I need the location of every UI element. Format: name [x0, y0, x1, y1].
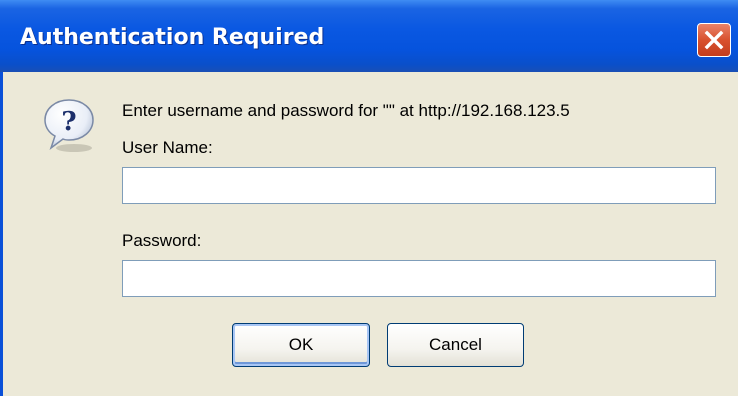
- username-field[interactable]: [122, 167, 716, 204]
- svg-text:?: ?: [61, 107, 76, 137]
- close-button[interactable]: [697, 23, 731, 57]
- question-icon: ?: [40, 96, 98, 159]
- auth-dialog: Authentication Required ? Enter username…: [0, 0, 738, 396]
- cancel-button[interactable]: Cancel: [387, 323, 524, 367]
- title-bar[interactable]: Authentication Required: [0, 0, 738, 72]
- password-field[interactable]: [122, 260, 716, 297]
- window-title: Authentication Required: [20, 25, 325, 50]
- password-label: Password:: [122, 231, 202, 250]
- auth-message: Enter username and password for "" at ht…: [122, 101, 570, 120]
- username-label: User Name:: [122, 138, 213, 157]
- ok-button[interactable]: OK: [232, 323, 370, 367]
